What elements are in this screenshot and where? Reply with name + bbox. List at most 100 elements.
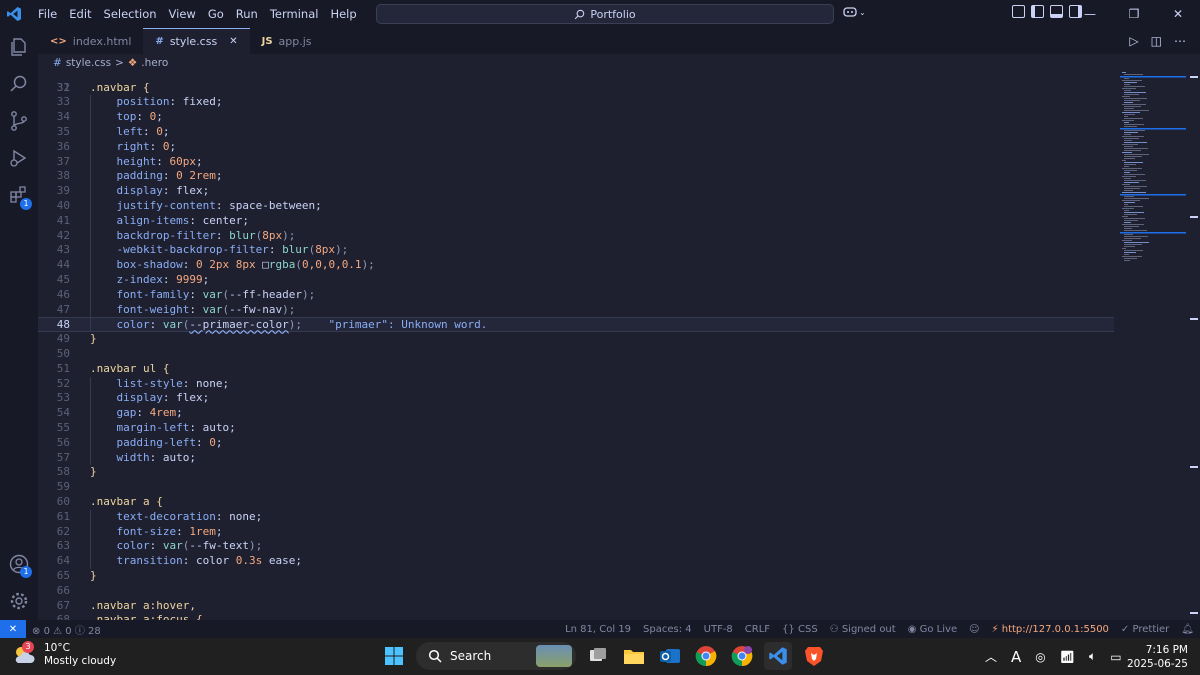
vscode-app[interactable] [764,642,792,670]
copilot-button[interactable]: ⌄ [843,6,866,18]
cursor-position[interactable]: Ln 81, Col 19 [559,624,637,635]
code-line[interactable]: 59 [38,480,1114,495]
customize-layout-icon[interactable] [1012,5,1025,18]
restore-button[interactable]: ❐ [1112,0,1156,28]
code-line[interactable]: 66 [38,584,1114,599]
feedback-icon[interactable]: ☺ [963,624,985,635]
code-line[interactable]: 34 top: 0; [38,110,1114,125]
close-tab-icon[interactable]: ✕ [229,36,237,47]
code-line[interactable]: 42 backdrop-filter: blur(8px); [38,229,1114,244]
menu-run[interactable]: Run [230,0,264,28]
code-line[interactable]: 53 display: flex; [38,391,1114,406]
copilot-tray-icon[interactable]: ◎ [1035,650,1045,664]
code-line[interactable]: 51 .navbar ul { [38,362,1114,377]
code-line[interactable]: 32 .navbar { [38,81,1114,96]
input-language-icon[interactable]: A [1011,648,1021,666]
indentation[interactable]: Spaces: 4 [637,624,698,635]
split-editor-icon[interactable]: ◫ [1151,34,1162,48]
code-line[interactable]: 67 .navbar a:hover, [38,599,1114,614]
live-server-url[interactable]: ⚡ http://127.0.0.1:5500 [986,624,1115,635]
copilot-status[interactable]: ⚇ Signed out [824,624,902,635]
search-icon[interactable] [8,73,30,95]
code-line[interactable]: 55 margin-left: auto; [38,421,1114,436]
command-center-search[interactable]: Portfolio [376,4,834,24]
outlook-app[interactable] [656,642,684,670]
code-line[interactable]: 40 justify-content: space-between; [38,199,1114,214]
tab-style-css[interactable]: # style.css ✕ [143,28,250,54]
code-line[interactable]: 47 font-weight: var(--fw-nav); [38,303,1114,318]
extensions-icon[interactable]: 1 [8,184,32,210]
run-debug-icon[interactable] [8,147,30,169]
volume-icon[interactable]: 🔈︎ [1089,649,1096,664]
code-line[interactable]: 49} [38,332,1114,347]
menu-help[interactable]: Help [324,0,362,28]
file-explorer-app[interactable] [620,642,648,670]
code-line[interactable]: 35 left: 0; [38,125,1114,140]
menu-go[interactable]: Go [202,0,230,28]
code-line[interactable]: 68 .navbar a:focus { [38,613,1114,620]
show-hidden-icons-chevron-icon[interactable]: ︿ [985,648,997,665]
code-line[interactable]: 50 [38,347,1114,362]
menu-terminal[interactable]: Terminal [264,0,325,28]
battery-icon[interactable]: ▭ [1110,650,1121,664]
minimap[interactable] [1120,72,1186,620]
problems-status[interactable]: ⊗ 0 ⚠ 0 ⓘ 28 [26,622,107,637]
menu-view[interactable]: View [163,0,202,28]
code-line[interactable]: 45 z-index: 9999; [38,273,1114,288]
code-line[interactable]: 43 -webkit-backdrop-filter: blur(8px); [38,243,1114,258]
code-line[interactable]: 57 width: auto; [38,451,1114,466]
code-line[interactable]: 58} [38,465,1114,480]
code-line[interactable]: 63 color: var(--fw-text); [38,539,1114,554]
code-line[interactable]: 48 color: var(--primaer-color); "primaer… [38,317,1114,333]
close-button[interactable]: ✕ [1156,0,1200,28]
menu-selection[interactable]: Selection [98,0,163,28]
accounts-icon[interactable]: 1 [8,553,32,578]
prettier-status[interactable]: ✓ Prettier [1115,624,1175,635]
code-line[interactable]: 64 transition: color 0.3s ease; [38,554,1114,569]
code-line[interactable]: 46 font-family: var(--ff-header); [38,288,1114,303]
menu-edit[interactable]: Edit [63,0,97,28]
start-button[interactable] [380,642,408,670]
code-line[interactable]: 60 .navbar a { [38,495,1114,510]
encoding[interactable]: UTF-8 [698,624,739,635]
toggle-primary-sidebar-icon[interactable] [1031,5,1044,18]
run-file-icon[interactable]: ▷ [1129,34,1138,48]
code-line[interactable]: 54 gap: 4rem; [38,406,1114,421]
remote-indicator-icon[interactable]: ✕ [0,620,26,638]
breadcrumb-symbol[interactable]: .hero [141,57,168,69]
code-line[interactable]: 62 font-size: 1rem; [38,525,1114,540]
language-mode[interactable]: {} CSS [776,624,824,635]
code-editor[interactable]: 31 32 .navbar {33 position: fixed; 34 top:… [38,72,1120,620]
chrome-profile-app[interactable] [728,642,756,670]
settings-gear-icon[interactable] [8,590,30,612]
code-line[interactable]: 44 box-shadow: 0 2px 8px □rgba(0,0,0,0.1… [38,258,1114,273]
code-line[interactable]: 39 display: flex; [38,184,1114,199]
code-line[interactable]: 41 align-items: center; [38,214,1114,229]
go-live-button[interactable]: ◉ Go Live [902,624,963,635]
source-control-icon[interactable] [8,110,30,132]
code-line[interactable]: 33 position: fixed; [38,95,1114,110]
taskbar-search[interactable]: Search [416,642,576,670]
clock[interactable]: 7:16 PM 2025-06-25 [1127,643,1188,671]
code-line[interactable]: 36 right: 0; [38,140,1114,155]
tab-index-html[interactable]: <> index.html [38,28,143,54]
explorer-icon[interactable] [8,36,30,58]
breadcrumb-file[interactable]: style.css [66,57,111,69]
minimize-button[interactable]: — [1068,0,1112,28]
code-line[interactable]: 65} [38,569,1114,584]
code-line[interactable]: 38 padding: 0 2rem; [38,169,1114,184]
code-line[interactable]: 37 height: 60px; [38,155,1114,170]
notifications-bell-icon[interactable]: 🔔︎ [1175,624,1200,635]
editor-scrollbar[interactable] [1188,72,1200,620]
weather-widget[interactable]: 3 10°C Mostly cloudy [12,641,116,668]
task-view-button[interactable] [584,642,612,670]
wifi-icon[interactable]: 📶︎ [1060,650,1075,664]
toggle-panel-icon[interactable] [1050,5,1063,18]
tab-app-js[interactable]: JS app.js [250,28,324,54]
code-line[interactable]: 56 padding-left: 0; [38,436,1114,451]
end-of-line[interactable]: CRLF [739,624,776,635]
menu-file[interactable]: File [32,0,63,28]
chrome-app[interactable] [692,642,720,670]
code-line[interactable]: 61 text-decoration: none; [38,510,1114,525]
more-actions-icon[interactable]: ⋯ [1174,34,1186,48]
